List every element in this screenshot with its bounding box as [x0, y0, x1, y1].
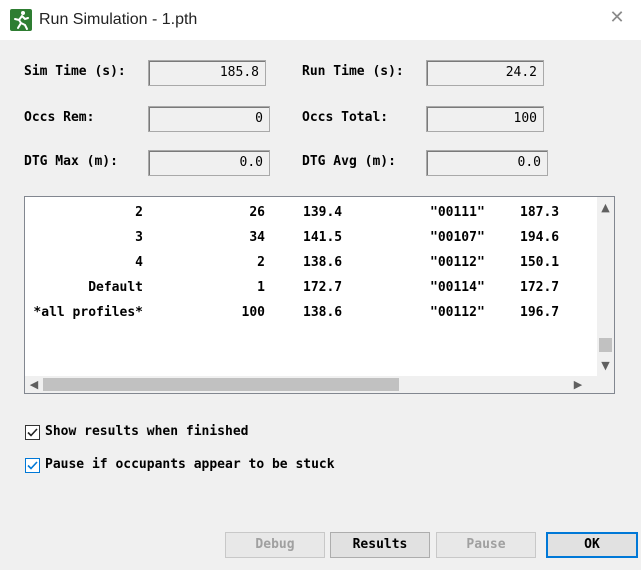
table-cell: 138.6: [303, 305, 343, 320]
results-list[interactable]: 2 26 139.4 "00111" 187.3 3 34 141.5 "00107" 194.6…: [24, 196, 615, 394]
occs-rem-label: Occs Rem:: [24, 110, 95, 125]
scroll-left-icon[interactable]: ◀: [27, 378, 41, 391]
run-time-field: 24.2: [426, 60, 544, 86]
dtg-max-field: 0.0: [148, 150, 270, 176]
table-cell: 26: [249, 205, 265, 220]
table-cell: 196.7: [520, 305, 560, 320]
table-cell: 2: [257, 255, 265, 270]
table-cell: 2: [135, 205, 143, 220]
sim-time-label: Sim Time (s):: [24, 64, 126, 79]
table-cell: "00112": [430, 305, 485, 320]
table-cell: 150.1: [520, 255, 560, 270]
table-cell: 172.7: [520, 280, 560, 295]
scroll-right-icon[interactable]: ▶: [571, 378, 585, 391]
table-cell: "00112": [430, 255, 485, 270]
table-cell: "00107": [430, 230, 485, 245]
dtg-avg-field: 0.0: [426, 150, 548, 176]
table-cell: *all profiles*: [33, 305, 143, 320]
table-cell: "00114": [430, 280, 485, 295]
scroll-down-icon[interactable]: ▼: [597, 359, 614, 372]
title-bar: Run Simulation - 1.pth ✕: [0, 0, 641, 40]
show-results-checkbox[interactable]: [25, 425, 40, 440]
table-cell: 1: [257, 280, 265, 295]
table-cell: 172.7: [303, 280, 343, 295]
table-cell: 3: [135, 230, 143, 245]
table-cell: 194.6: [520, 230, 560, 245]
table-cell: 139.4: [303, 205, 343, 220]
close-icon[interactable]: ✕: [607, 8, 627, 28]
occs-total-field: 100: [426, 106, 544, 132]
occs-total-label: Occs Total:: [302, 110, 389, 125]
table-cell: 100: [241, 305, 265, 320]
dtg-max-label: DTG Max (m):: [24, 154, 118, 169]
table-row[interactable]: *all profiles* 100 138.6 "00112" 196.7: [25, 301, 595, 325]
window-title: Run Simulation - 1.pth: [39, 11, 198, 28]
dtg-avg-label: DTG Avg (m):: [302, 154, 396, 169]
occs-rem-field: 0: [148, 106, 270, 132]
scrollbar-corner: [597, 376, 614, 393]
pause-button[interactable]: Pause: [436, 532, 536, 558]
vertical-scrollbar[interactable]: ▲ ▼: [597, 197, 614, 376]
running-man-icon: [10, 9, 32, 31]
table-cell: "00111": [430, 205, 485, 220]
table-cell: 34: [249, 230, 265, 245]
checkmark-icon: [27, 428, 38, 437]
run-time-label: Run Time (s):: [302, 64, 404, 79]
scroll-up-icon[interactable]: ▲: [597, 201, 614, 214]
horizontal-scroll-thumb[interactable]: [43, 378, 399, 391]
table-row[interactable]: 3 34 141.5 "00107" 194.6: [25, 226, 595, 250]
table-cell: Default: [88, 280, 143, 295]
table-cell: 187.3: [520, 205, 560, 220]
table-cell: 4: [135, 255, 143, 270]
show-results-label[interactable]: Show results when finished: [45, 424, 249, 439]
horizontal-scrollbar[interactable]: ◀ ▶: [25, 376, 597, 393]
results-button[interactable]: Results: [330, 532, 430, 558]
vertical-scroll-thumb[interactable]: [599, 338, 612, 352]
checkmark-icon: [27, 461, 38, 470]
table-row[interactable]: Default 1 172.7 "00114" 172.7: [25, 276, 595, 300]
sim-time-field: 185.8: [148, 60, 266, 86]
pause-stuck-label[interactable]: Pause if occupants appear to be stuck: [45, 457, 335, 472]
ok-button[interactable]: OK: [546, 532, 638, 558]
table-cell: 141.5: [303, 230, 343, 245]
pause-stuck-checkbox[interactable]: [25, 458, 40, 473]
table-row[interactable]: 2 26 139.4 "00111" 187.3: [25, 201, 595, 225]
table-cell: 138.6: [303, 255, 343, 270]
table-row[interactable]: 4 2 138.6 "00112" 150.1: [25, 251, 595, 275]
debug-button[interactable]: Debug: [225, 532, 325, 558]
